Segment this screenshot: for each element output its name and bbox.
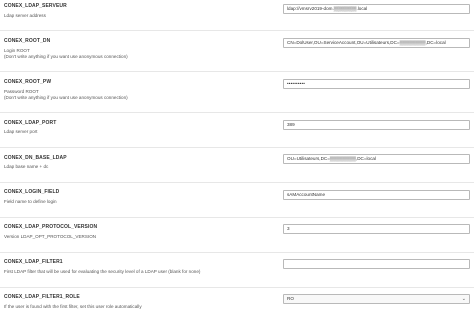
setting-row-root-pw: CONEX_ROOT_PW Password ROOT (Don't write… [0, 71, 474, 113]
login-field-input[interactable]: sAMAccountName [283, 190, 470, 200]
setting-name: CONEX_LDAP_SERVEUR [4, 3, 67, 9]
filter1-role-selected-value: RO [287, 296, 294, 301]
setting-row-login-field: CONEX_LOGIN_FIELD Field name to define l… [0, 182, 474, 218]
setting-description-note: (Don't write anything if you want use an… [4, 95, 128, 100]
setting-name: CONEX_ROOT_PW [4, 79, 52, 85]
setting-name: CONEX_LDAP_PORT [4, 120, 57, 126]
setting-name: CONEX_ROOT_DN [4, 38, 51, 44]
setting-row-ldap-port: CONEX_LDAP_PORT Ldap server port 389 [0, 112, 474, 148]
ldap-port-input[interactable]: 389 [283, 120, 470, 130]
setting-row-protocol-version: CONEX_LDAP_PROTOCOL_VERSION Version LDAP… [0, 217, 474, 253]
setting-row-filter1-role: CONEX_LDAP_FILTER1_ROLE If the user is f… [0, 287, 474, 312]
setting-description: Ldap server port [4, 129, 38, 134]
setting-name: CONEX_LDAP_FILTER1 [4, 259, 63, 265]
chevron-down-icon[interactable]: ⌄ [462, 295, 466, 303]
setting-row-dn-base: CONEX_DN_BASE_LDAP Ldap base name + dc O… [0, 147, 474, 183]
root-password-input[interactable]: •••••••••• [283, 79, 470, 89]
setting-description-note: (Don't write anything if you want use an… [4, 54, 128, 59]
setting-name: CONEX_LOGIN_FIELD [4, 189, 60, 195]
setting-description: First LDAP filter that will be used for … [4, 269, 201, 274]
filter1-role-select[interactable]: RO ⌄ [283, 294, 470, 304]
setting-name: CONEX_DN_BASE_LDAP [4, 155, 67, 161]
setting-description: Ldap server address [4, 13, 46, 18]
setting-row-filter1: CONEX_LDAP_FILTER1 First LDAP filter tha… [0, 252, 474, 288]
setting-row-ldap-server: CONEX_LDAP_SERVEUR Ldap server address l… [0, 0, 474, 31]
setting-description: If the user is found with the first filt… [4, 304, 142, 309]
setting-description: Version LDAP_OPT_PROTOCOL_VERSION [4, 234, 97, 239]
ldap-server-input[interactable]: ldap://vmsrv2019-dom.▒▒▒▒▒▒▒.local [283, 4, 470, 14]
dn-base-input[interactable]: OU=Utilisateurs,DC=▒▒▒▒▒▒▒▒,DC=local [283, 154, 470, 164]
setting-description: Field name to define login [4, 199, 57, 204]
setting-name: CONEX_LDAP_PROTOCOL_VERSION [4, 224, 98, 230]
root-dn-input[interactable]: CN=DolUser,OU=ServiceAccount,OU=Utilisat… [283, 38, 470, 48]
setting-name: CONEX_LDAP_FILTER1_ROLE [4, 294, 80, 300]
setting-description: Ldap base name + dc [4, 164, 49, 169]
setting-row-root-dn: CONEX_ROOT_DN Login ROOT (Don't write an… [0, 30, 474, 72]
filter1-input[interactable] [283, 259, 470, 269]
protocol-version-input[interactable]: 3 [283, 224, 470, 234]
